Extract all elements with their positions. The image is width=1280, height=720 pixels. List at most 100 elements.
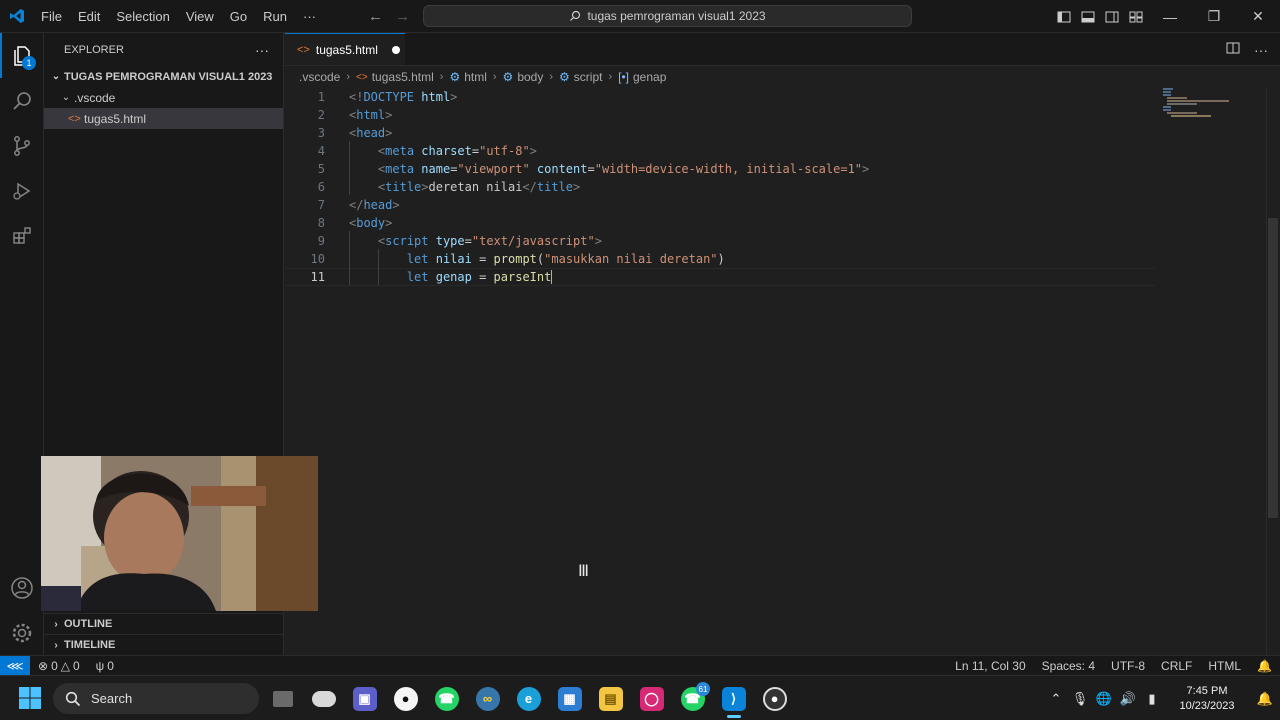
network-icon[interactable]: 🌐 [1092,691,1116,707]
scrollbar-thumb[interactable] [1268,218,1278,518]
line-number: 10 [310,252,325,266]
task-view-icon[interactable] [262,676,303,720]
teams-icon[interactable]: ▣ [344,676,385,720]
breadcrumb-vscode[interactable]: .vscode [299,70,340,84]
code-line: 4 <meta charset="utf-8"> [285,141,1265,160]
warning-count: 0 [72,658,80,673]
remote-indicator-icon[interactable]: ⋘ [0,655,30,676]
menu-view[interactable]: View [178,0,222,33]
file-explorer-icon[interactable]: ▤ [590,676,631,720]
notifications-bell-icon[interactable]: 🔔 [1249,659,1280,673]
file-tugas5[interactable]: <> tugas5.html [44,108,283,129]
toggle-panel-icon[interactable] [1076,0,1100,33]
problems-indicator[interactable]: ⊗ 0 △ 0 [30,659,88,673]
menu-selection[interactable]: Selection [108,0,177,33]
whatsapp-icon[interactable]: ☎ [426,676,467,720]
more-actions-icon[interactable]: ··· [1254,42,1268,58]
code-editor[interactable]: 1 <!DOCTYPE html> 2 <html> 3 <head> 4 <m… [285,88,1265,655]
restore-button[interactable]: ❐ [1192,0,1236,33]
timeline-section[interactable]: › TIMELINE [44,634,283,655]
breadcrumb-html[interactable]: html [464,70,487,84]
workspace-folder[interactable]: ⌄ TUGAS PEMROGRAMAN VISUAL1 2023 [44,66,283,87]
menu-edit[interactable]: Edit [70,0,108,33]
menu-run[interactable]: Run [255,0,295,33]
github-icon[interactable]: ● [385,676,426,720]
encoding[interactable]: UTF-8 [1103,659,1153,673]
menu-more[interactable]: ··· [295,0,324,33]
microphone-icon[interactable]: 🎙 [1068,691,1092,707]
html-file-icon: <> [68,112,81,125]
activity-bottom [0,565,44,655]
line-number: 7 [317,198,325,212]
run-debug-activity[interactable] [0,168,44,213]
breadcrumb-body[interactable]: body [517,70,543,84]
editor-scrollbar[interactable] [1266,88,1280,655]
close-button[interactable]: ✕ [1236,0,1280,33]
vscode-taskbar-icon[interactable]: ⟩ [713,676,754,720]
indentation[interactable]: Spaces: 4 [1034,659,1103,673]
line-number: 2 [317,108,325,122]
obs-icon[interactable]: ● [754,676,795,720]
broadcast-icon: ψ [95,658,105,673]
unsaved-dot-icon[interactable] [391,45,400,54]
language-mode[interactable]: HTML [1200,659,1249,673]
folder-vscode[interactable]: ⌄ .vscode [44,87,283,108]
edge-icon[interactable]: e [508,676,549,720]
chevron-right-icon: › [346,71,351,83]
outline-section[interactable]: › OUTLINE [44,613,283,634]
menu-file[interactable]: File [33,0,70,33]
python-icon[interactable]: ∞ [467,676,508,720]
gear-icon [12,623,32,642]
search-activity[interactable] [0,78,44,123]
breadcrumb-script[interactable]: script [574,70,603,84]
tab-actions: ··· [1226,33,1268,66]
ports-indicator[interactable]: ψ 0 [88,659,122,673]
symbol-icon: ⚙ [502,70,514,84]
windows-start-icon[interactable] [18,686,42,710]
breadcrumb-file[interactable]: tugas5.html [372,70,434,84]
taskbar-apps: ▣ ● ☎ ∞ e ▦ ▤ ◯ ☎ 61 ⟩ ● [262,676,795,720]
extensions-activity[interactable] [0,213,44,258]
command-center-search[interactable]: tugas pemrograman visual1 2023 [423,5,912,27]
text-select-cursor-icon: Ⅲ [578,563,590,580]
activity-bar: 1 [0,33,44,655]
manage-activity[interactable] [0,610,44,655]
text-cursor [551,270,553,285]
minimize-button[interactable]: — [1148,0,1192,33]
tab-tugas5[interactable]: <> tugas5.html [285,33,405,65]
code-line: 7 </head> [285,196,1265,214]
menu-go[interactable]: Go [222,0,255,33]
forward-arrow-icon[interactable]: → [395,8,410,25]
split-editor-icon[interactable] [1226,41,1240,58]
code-line: 3 <head> [285,124,1265,142]
toggle-secondary-sidebar-icon[interactable] [1100,0,1124,33]
instagram-icon[interactable]: ◯ [631,676,672,720]
chevron-right-icon: › [608,71,613,83]
battery-icon[interactable]: ▮ [1140,691,1164,707]
minimap[interactable] [1163,88,1233,118]
breadcrumb-genap[interactable]: genap [633,70,666,84]
extensions-icon [13,226,31,244]
chevron-up-icon[interactable]: ⌃ [1044,691,1068,707]
notification-bell-icon[interactable]: 🔔 [1250,691,1280,707]
back-arrow-icon[interactable]: ← [368,8,383,25]
taskbar-clock[interactable]: 7:45 PM 10/23/2023 [1164,684,1250,714]
tab-label: tugas5.html [315,42,378,57]
end-of-line[interactable]: CRLF [1153,659,1200,673]
explorer-more-button[interactable]: ··· [255,42,269,58]
source-control-activity[interactable] [0,123,44,168]
accounts-activity[interactable] [0,565,44,610]
whatsapp-business-icon[interactable]: ☎ 61 [672,676,713,720]
volume-icon[interactable]: 🔊 [1116,691,1140,707]
code-line-current: 11 let genap = parseInt [285,266,1155,286]
search-icon [570,10,581,21]
cursor-position[interactable]: Ln 11, Col 30 [947,659,1034,673]
customize-layout-icon[interactable] [1124,0,1148,33]
taskbar-search[interactable]: Search [53,683,259,714]
title-bar: File Edit Selection View Go Run ··· ← → … [0,0,1280,33]
explorer-activity[interactable]: 1 [0,33,44,78]
toggle-primary-sidebar-icon[interactable] [1052,0,1076,33]
store-icon[interactable]: ▦ [549,676,590,720]
weather-icon[interactable] [303,676,344,720]
account-icon [11,576,33,599]
